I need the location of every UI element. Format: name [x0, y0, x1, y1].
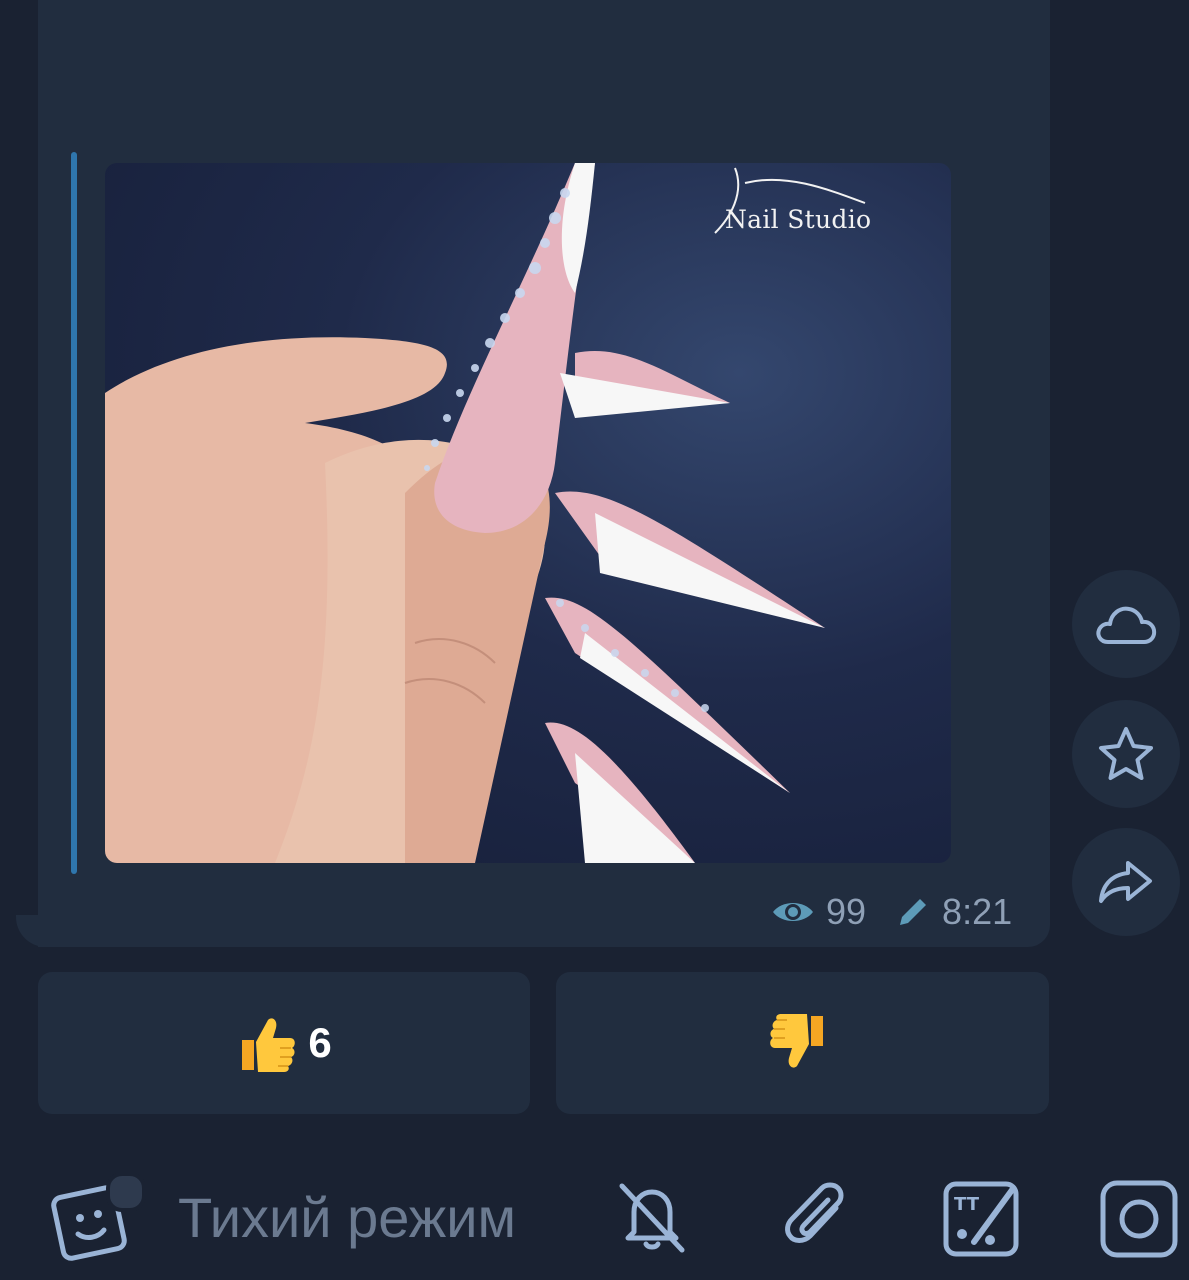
thumbs-down-icon [769, 1014, 823, 1068]
text-draw-icon: TT [943, 1181, 1019, 1257]
share-button[interactable] [1072, 828, 1180, 936]
thumbs-up-count: 6 [308, 1019, 332, 1066]
edited-pencil-icon [896, 895, 930, 929]
silent-mode-button[interactable] [612, 1176, 692, 1256]
sticker-badge-dot [106, 1172, 146, 1212]
star-icon [1099, 727, 1153, 780]
share-icon [1099, 861, 1152, 903]
cloud-icon [1096, 606, 1157, 644]
watermark-text: Nail Studio [725, 205, 872, 234]
message-time: 8:21 [942, 891, 1013, 932]
eye-icon [770, 897, 816, 927]
message-input-placeholder[interactable]: Тихий режим [178, 1185, 516, 1250]
quote-bar [71, 152, 77, 874]
attach-button[interactable] [776, 1176, 860, 1260]
camera-icon [1100, 1180, 1178, 1258]
paperclip-icon [785, 1182, 844, 1243]
text-draw-button[interactable]: TT [940, 1176, 1026, 1262]
cloud-save-button[interactable] [1072, 570, 1180, 678]
post-photo[interactable]: Nail Studio [105, 163, 951, 863]
svg-text:TT: TT [954, 1194, 980, 1215]
bell-off-icon [619, 1183, 685, 1253]
views-count: 99 [826, 891, 867, 932]
thumbs-up-icon [242, 1018, 296, 1072]
photo-illustration [105, 163, 866, 863]
message-meta: 99 8:21 [770, 890, 1012, 934]
reaction-thumbs-down-button[interactable] [556, 972, 1049, 1114]
reaction-thumbs-up-button[interactable]: 6 [38, 972, 530, 1114]
favorite-button[interactable] [1072, 700, 1180, 808]
camera-button[interactable] [1096, 1176, 1182, 1262]
